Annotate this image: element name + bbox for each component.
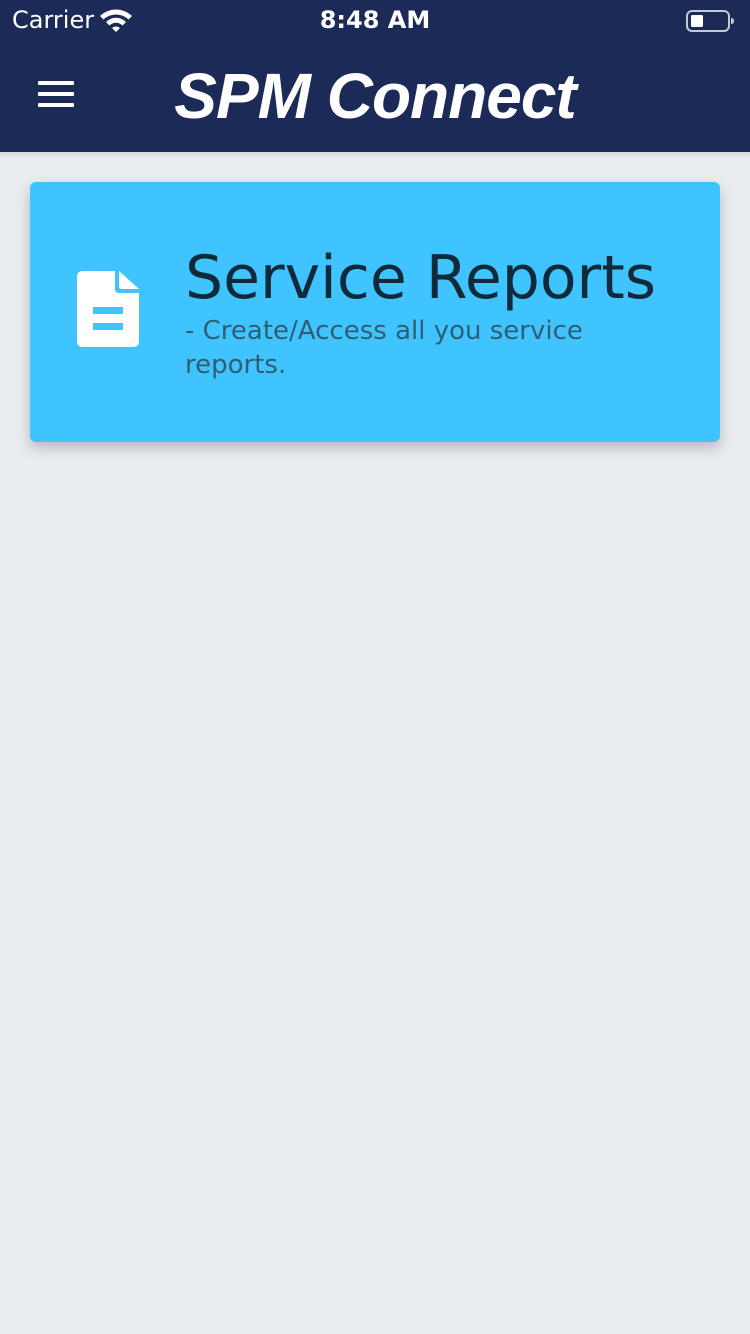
document-icon xyxy=(77,271,139,347)
app-header: SPM Connect xyxy=(0,40,750,152)
battery-icon xyxy=(686,10,734,32)
status-time: 8:48 AM xyxy=(319,6,431,34)
app-title: SPM Connect xyxy=(174,60,576,132)
card-subtitle: - Create/Access all you service reports. xyxy=(185,316,583,380)
service-reports-card[interactable]: Service Reports - Create/Access all you … xyxy=(30,182,720,442)
top-bar: Carrier 8:48 AM SPM Connect xyxy=(0,0,750,152)
status-bar: Carrier 8:48 AM xyxy=(0,0,750,40)
card-title: Service Reports xyxy=(185,243,656,313)
header-shadow xyxy=(0,152,750,158)
